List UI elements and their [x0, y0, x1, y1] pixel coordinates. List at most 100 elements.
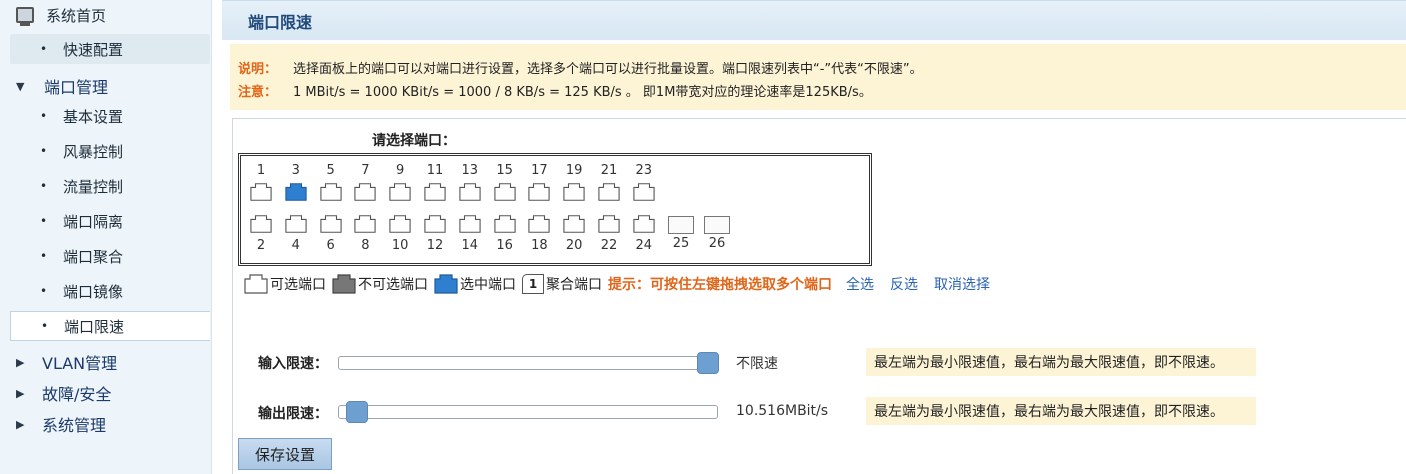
port-number: 13: [461, 163, 479, 178]
sidebar-item-label: 端口限速: [64, 317, 125, 336]
notice-text: 1 MBit/s = 1000 KBit/s = 1000 / 8 KB/s =…: [293, 85, 872, 100]
port-number: 8: [361, 238, 370, 253]
port-number: 18: [531, 238, 548, 253]
port-25[interactable]: [668, 216, 694, 234]
aggregated-port-icon: 1: [522, 274, 544, 294]
caret-down-icon: ▼: [16, 79, 25, 93]
caret-right-icon: ▶: [16, 417, 25, 431]
legend-label: 聚合端口: [546, 277, 602, 293]
save-settings-button[interactable]: 保存设置: [238, 438, 332, 470]
bullet-icon: •: [40, 249, 48, 263]
port-number: 19: [565, 163, 583, 178]
input-limit-slider[interactable]: [338, 352, 719, 374]
bullet-icon: •: [40, 214, 48, 228]
sidebar-group-label: 端口管理: [44, 78, 109, 97]
bullet-icon: •: [40, 284, 48, 298]
bullet-icon: •: [40, 144, 48, 158]
sidebar-group-vlan[interactable]: ▶ VLAN管理: [16, 347, 216, 377]
input-limit-value: 不限速: [736, 356, 778, 372]
port-23[interactable]: [633, 182, 655, 202]
sidebar-group-label: 故障/安全: [42, 385, 112, 404]
page-title: 端口限速: [222, 0, 1406, 40]
bullet-icon: •: [40, 42, 48, 56]
port-2[interactable]: [250, 214, 272, 234]
sidebar-item-2[interactable]: • 风暴控制: [10, 136, 210, 166]
port-15[interactable]: [493, 182, 516, 202]
port-number: 21: [600, 163, 618, 178]
caret-right-icon: ▶: [16, 355, 25, 369]
port-14[interactable]: [459, 214, 481, 234]
port-9[interactable]: [389, 182, 411, 202]
port-4[interactable]: [285, 214, 307, 234]
port-number: 3: [291, 163, 300, 178]
port-number: 7: [361, 163, 370, 178]
port-11[interactable]: [424, 182, 446, 202]
output-limit-slider[interactable]: [338, 401, 718, 423]
legend-selectable: 可选端口: [244, 274, 326, 294]
port-10[interactable]: [389, 214, 411, 234]
port-icon: [244, 274, 268, 294]
port-number: 17: [531, 163, 548, 178]
invert-selection-link[interactable]: 反选: [890, 274, 918, 294]
bullet-icon: •: [41, 319, 49, 333]
cancel-selection-link[interactable]: 取消选择: [934, 274, 990, 294]
sidebar-group-label: VLAN管理: [42, 354, 118, 373]
port-selected-icon: [434, 274, 458, 294]
drag-hint: 提示：可按住左键拖拽选取多个端口: [608, 277, 832, 293]
port-3[interactable]: [285, 182, 307, 202]
bullet-icon: •: [40, 179, 48, 193]
port-number: 26: [708, 236, 726, 251]
port-24[interactable]: [633, 214, 655, 234]
port-number: 6: [326, 238, 335, 253]
output-limit-thumb[interactable]: [346, 401, 369, 423]
port-20[interactable]: [563, 214, 585, 234]
port-6[interactable]: [319, 214, 342, 234]
sidebar-group-port-management[interactable]: ▼ 端口管理: [16, 71, 216, 101]
select-all-link[interactable]: 全选: [846, 274, 874, 294]
sidebar-item-7[interactable]: • 端口限速: [10, 311, 210, 341]
legend-label: 不可选端口: [358, 277, 428, 293]
legend-selected: 选中端口: [434, 274, 516, 294]
sidebar-item-quick-config[interactable]: • 快速配置: [10, 34, 210, 64]
port-1[interactable]: [250, 182, 272, 202]
port-number: 4: [291, 238, 300, 253]
port-16[interactable]: [493, 214, 516, 234]
port-7[interactable]: [354, 182, 377, 202]
port-8[interactable]: [354, 214, 377, 234]
port-12[interactable]: [424, 214, 446, 234]
sidebar-item-label: 端口聚合: [63, 247, 124, 266]
caret-right-icon: ▶: [16, 386, 25, 400]
port-select-title: 请选择端口：: [372, 133, 456, 149]
sidebar-item-6[interactable]: • 端口镜像: [10, 276, 210, 306]
port-number: 14: [461, 238, 479, 253]
port-19[interactable]: [563, 182, 585, 202]
port-18[interactable]: [528, 214, 551, 234]
notice-key: 注意：: [238, 85, 278, 100]
sidebar-item-home[interactable]: 系统首页: [16, 0, 216, 30]
port-21[interactable]: [598, 182, 620, 202]
sidebar-item-label: 端口隔离: [63, 212, 124, 231]
sidebar-item-3[interactable]: • 流量控制: [10, 171, 210, 201]
sidebar: 系统首页 • 快速配置 ▼ 端口管理 • 基本设置 • 风暴控制 • 流量控制 • 端口隔离 •…: [0, 0, 212, 474]
port-number: 12: [426, 238, 444, 253]
port-number: 1: [256, 163, 266, 178]
sidebar-group-fault-security[interactable]: ▶ 故障/安全: [16, 378, 216, 408]
input-limit-thumb[interactable]: [697, 352, 719, 374]
sidebar-item-label: 系统首页: [46, 6, 107, 25]
port-22[interactable]: [598, 214, 620, 234]
sidebar-item-1[interactable]: • 基本设置: [10, 101, 210, 131]
sidebar-group-label: 系统管理: [42, 416, 107, 435]
port-13[interactable]: [459, 182, 481, 202]
port-5[interactable]: [319, 182, 342, 202]
sidebar-item-4[interactable]: • 端口隔离: [10, 206, 210, 236]
sidebar-item-5[interactable]: • 端口聚合: [10, 241, 210, 271]
input-limit-label: 输入限速：: [258, 356, 328, 372]
sidebar-group-system[interactable]: ▶ 系统管理: [16, 409, 216, 439]
port-number: 24: [635, 238, 653, 253]
port-26[interactable]: [704, 216, 730, 234]
port-number: 15: [496, 163, 513, 178]
notice-key: 说明：: [238, 62, 278, 77]
monitor-icon: [16, 7, 34, 26]
port-number: 16: [496, 238, 513, 253]
port-17[interactable]: [528, 182, 551, 202]
